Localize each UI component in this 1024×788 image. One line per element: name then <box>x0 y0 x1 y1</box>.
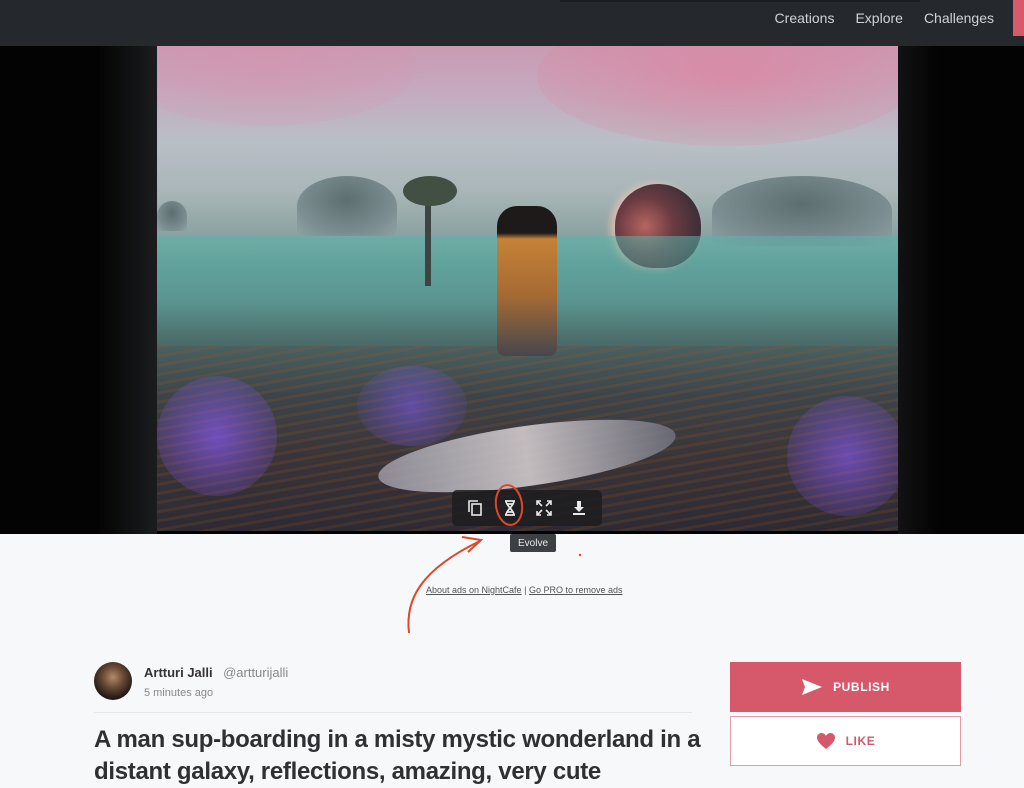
publish-button[interactable]: PUBLISH <box>730 662 961 712</box>
nav-accent-button[interactable] <box>1013 0 1024 36</box>
creation-title: A man sup-boarding in a misty mystic won… <box>94 726 701 785</box>
author-block: Artturi Jalli @artturijalli 5 minutes ag… <box>94 662 288 700</box>
art-purple-glow <box>157 376 277 496</box>
heart-icon <box>816 733 835 749</box>
post-timestamp: 5 minutes ago <box>144 686 214 699</box>
divider <box>94 712 692 713</box>
like-button[interactable]: LIKE <box>730 716 961 766</box>
nav-challenges[interactable]: Challenges <box>924 10 994 26</box>
annotation-arrowhead <box>461 536 484 553</box>
nav-creations[interactable]: Creations <box>775 10 835 26</box>
evolve-tooltip: Evolve <box>510 534 556 552</box>
author-info: Artturi Jalli @artturijalli 5 minutes ag… <box>144 664 288 699</box>
main-nav: Creations Explore Challenges <box>775 0 994 36</box>
author-name[interactable]: Artturi Jalli <box>144 665 213 680</box>
top-nav-bar: Creations Explore Challenges <box>0 0 1024 46</box>
art-sky-glow <box>537 46 898 146</box>
publish-label: PUBLISH <box>833 680 890 694</box>
duplicate-button[interactable] <box>461 494 489 522</box>
art-purple-glow <box>357 366 467 446</box>
go-pro-link[interactable]: Go PRO to remove ads <box>529 585 623 595</box>
viewer-right-shade <box>898 46 938 534</box>
art-sky-glow <box>157 46 417 126</box>
dna-evolve-icon <box>504 500 515 516</box>
image-viewer <box>0 46 1024 534</box>
viewer-left-shade <box>100 46 157 534</box>
art-island <box>297 176 397 236</box>
ad-links-separator: | <box>524 585 527 595</box>
about-ads-link[interactable]: About ads on NightCafe <box>426 585 522 595</box>
send-icon <box>802 679 823 695</box>
evolve-button[interactable] <box>496 494 524 522</box>
art-palm-leaves <box>403 176 457 206</box>
art-figure <box>497 206 557 356</box>
annotation-dot <box>578 553 582 557</box>
ad-links: About ads on NightCafe | Go PRO to remov… <box>426 585 623 595</box>
download-button[interactable] <box>565 494 593 522</box>
image-toolbar <box>452 490 602 526</box>
copy-icon <box>468 500 483 516</box>
generated-artwork[interactable] <box>157 46 898 531</box>
nav-explore[interactable]: Explore <box>855 10 902 26</box>
art-island <box>157 201 187 231</box>
fullscreen-button[interactable] <box>530 494 558 522</box>
author-handle[interactable]: @artturijalli <box>223 665 288 680</box>
like-label: LIKE <box>845 734 876 748</box>
avatar[interactable] <box>94 662 132 700</box>
download-icon <box>572 501 585 515</box>
art-purple-glow <box>787 396 898 516</box>
fullscreen-icon <box>536 500 553 516</box>
